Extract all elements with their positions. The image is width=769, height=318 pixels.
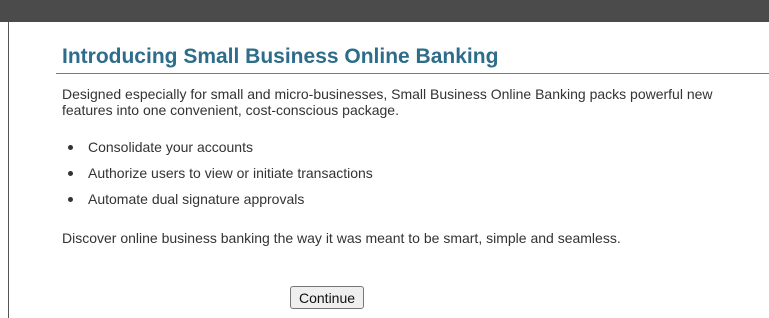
bullet-icon [68,171,73,176]
promo-content: Introducing Small Business Online Bankin… [56,40,769,309]
promo-window: Introducing Small Business Online Bankin… [0,0,769,318]
page-title: Introducing Small Business Online Bankin… [62,45,499,68]
top-bar [0,0,769,22]
feature-label: Automate dual signature approvals [88,191,305,207]
feature-label: Consolidate your accounts [88,139,253,155]
feature-label: Authorize users to view or initiate tran… [88,165,373,181]
bullet-icon [68,145,73,150]
continue-button[interactable]: Continue [290,286,365,309]
feature-list: Consolidate your accounts Authorize user… [62,134,769,212]
left-border [0,22,9,318]
intro-text: Designed especially for small and micro-… [62,86,713,118]
feature-item: Authorize users to view or initiate tran… [62,160,769,186]
feature-item: Automate dual signature approvals [62,186,769,212]
bullet-icon [68,197,73,202]
title-divider [56,73,769,74]
feature-item: Consolidate your accounts [62,134,769,160]
closing-text: Discover online business banking the way… [62,230,621,246]
